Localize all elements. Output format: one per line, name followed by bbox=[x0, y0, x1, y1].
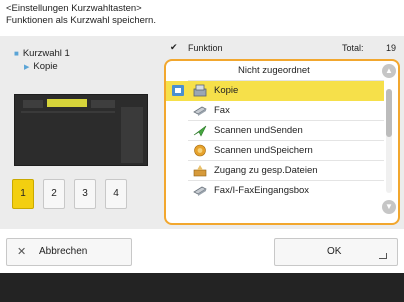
quick-key-assigned-function: ▶ Kopie bbox=[24, 61, 58, 72]
header: <Einstellungen Kurzwahltasten> Funktione… bbox=[6, 3, 396, 27]
list-item-label: Nicht zugeordnet bbox=[238, 65, 310, 76]
ok-button[interactable]: OK bbox=[274, 238, 398, 266]
total-label: Total: bbox=[342, 43, 364, 53]
scroll-up-button[interactable]: ▲ bbox=[382, 64, 396, 78]
page-button-4[interactable]: 4 bbox=[105, 179, 127, 209]
quick-key-pane: ■ Kurzwahl 1 ▶ Kopie 1 2 3 4 bbox=[0, 36, 154, 229]
page-button-3[interactable]: 3 bbox=[74, 179, 96, 209]
fax-inbox-icon bbox=[193, 186, 207, 196]
quick-key-layout-preview bbox=[14, 94, 148, 166]
function-column-label: Funktion bbox=[188, 43, 223, 53]
total-count: 19 bbox=[386, 43, 397, 53]
scan-send-icon bbox=[193, 125, 207, 137]
cancel-button[interactable]: ✕ Abbrechen bbox=[6, 238, 132, 266]
list-item-label: Zugang zu gesp.Dateien bbox=[214, 165, 318, 176]
highlighted-slot bbox=[47, 99, 87, 107]
assigned-marker-icon bbox=[172, 85, 184, 96]
copy-icon bbox=[193, 84, 207, 97]
enter-icon bbox=[379, 253, 387, 259]
list-item-scannen-und-speichern[interactable]: Scannen undSpeichern bbox=[166, 141, 384, 161]
bullet-icon: ■ bbox=[14, 49, 19, 58]
list-header: ✔ Funktion Total: 19 bbox=[164, 38, 400, 58]
fax-icon bbox=[193, 106, 207, 116]
stored-files-icon bbox=[193, 165, 207, 177]
screen-title: <Einstellungen Kurzwahltasten> bbox=[6, 3, 142, 14]
checkmark-icon: ✔ bbox=[170, 42, 178, 52]
list-item-scannen-und-senden[interactable]: Scannen undSenden bbox=[166, 121, 384, 141]
list-item-nicht-zugeordnet[interactable]: Nicht zugeordnet bbox=[166, 61, 384, 81]
list-item-label: Fax bbox=[214, 105, 230, 116]
function-list: Nicht zugeordnet Kopie Fax Scannen undSe… bbox=[164, 59, 400, 225]
list-item-label: Kopie bbox=[214, 85, 239, 96]
list-item-label: Fax/I-FaxEingangsbox bbox=[214, 185, 310, 196]
footer-bar bbox=[0, 273, 404, 302]
list-item-kopie[interactable]: Kopie bbox=[166, 81, 384, 101]
action-bar: ✕ Abbrechen OK bbox=[0, 229, 404, 273]
list-item-label: Scannen undSenden bbox=[214, 125, 303, 136]
page-button-2[interactable]: 2 bbox=[43, 179, 65, 209]
arrow-right-icon: ▶ bbox=[24, 64, 30, 71]
list-item-zugang-gesp-dateien[interactable]: Zugang zu gesp.Dateien bbox=[166, 161, 384, 181]
screen-instruction: Funktionen als Kurzwahl speichern. bbox=[6, 15, 156, 26]
main-panel: ■ Kurzwahl 1 ▶ Kopie 1 2 3 4 ✔ Funktion To… bbox=[0, 36, 404, 229]
list-item-fax[interactable]: Fax bbox=[166, 101, 384, 121]
function-list-pane: ✔ Funktion Total: 19 Nicht zugeordnet Ko… bbox=[164, 38, 400, 225]
list-item-label: Scannen undSpeichern bbox=[214, 145, 313, 156]
close-icon: ✕ bbox=[17, 246, 27, 258]
scan-store-icon bbox=[194, 144, 206, 157]
scrollbar-thumb[interactable] bbox=[386, 89, 392, 137]
scrollbar[interactable] bbox=[386, 89, 392, 193]
page-button-1[interactable]: 1 bbox=[12, 179, 34, 209]
list-item-fax-eingangsbox[interactable]: Fax/I-FaxEingangsbox bbox=[166, 181, 384, 201]
quick-key-title: ■ Kurzwahl 1 bbox=[14, 48, 70, 59]
scroll-down-button[interactable]: ▼ bbox=[382, 200, 396, 214]
